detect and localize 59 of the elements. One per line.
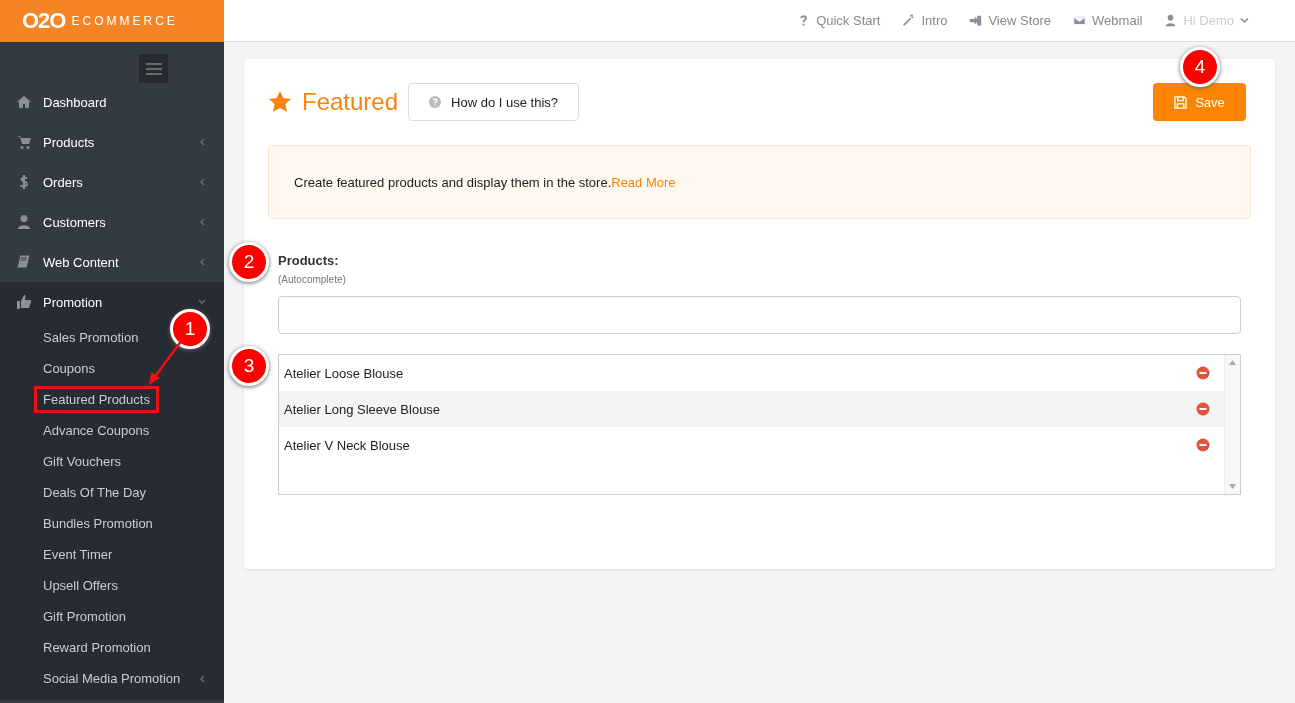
submenu-item[interactable]: Reward Promotion bbox=[34, 634, 160, 661]
chevron-icon bbox=[198, 178, 206, 186]
scroll-down-icon[interactable] bbox=[1229, 484, 1236, 489]
logo-mark: O2O bbox=[22, 8, 66, 34]
sidebar-item[interactable]: Promotion bbox=[0, 282, 224, 322]
top-link[interactable]: Quick Start bbox=[797, 13, 881, 28]
home-icon bbox=[16, 94, 32, 110]
page-title: Featured bbox=[302, 88, 399, 116]
annotation-arrow bbox=[146, 338, 186, 388]
mail-icon bbox=[1073, 14, 1087, 27]
sign-in-icon bbox=[969, 14, 983, 27]
thumb-icon bbox=[16, 294, 32, 310]
remove-icon[interactable] bbox=[1196, 402, 1210, 416]
chevron-icon bbox=[198, 258, 206, 266]
menu-icon bbox=[145, 62, 162, 75]
remove-icon[interactable] bbox=[1196, 366, 1210, 380]
logo-wordmark: ECOMMERCE bbox=[71, 14, 178, 28]
autocomplete-field[interactable] bbox=[278, 296, 1241, 334]
scrollbar[interactable] bbox=[1224, 355, 1240, 494]
field-label: Products: bbox=[278, 253, 340, 268]
submenu-item[interactable]: Gift Vouchers bbox=[34, 448, 131, 475]
sidebar-item[interactable]: Orders bbox=[0, 162, 224, 202]
submenu-item[interactable]: Advance Coupons bbox=[34, 417, 159, 444]
user-icon bbox=[16, 214, 32, 230]
submenu-item[interactable]: Event Timer bbox=[34, 541, 122, 568]
product-name: Atelier Long Sleeve Blouse bbox=[284, 401, 441, 417]
top-link[interactable]: View Store bbox=[969, 13, 1052, 28]
submenu-item[interactable]: Sales Promotion bbox=[34, 324, 148, 351]
sidebar-item[interactable]: Customers bbox=[0, 202, 224, 242]
top-link[interactable]: Intro bbox=[902, 13, 948, 28]
question-icon bbox=[429, 96, 442, 108]
caret-icon bbox=[1240, 17, 1249, 24]
chevron-icon bbox=[198, 138, 206, 146]
chevron-icon bbox=[198, 298, 206, 306]
submenu-item[interactable]: Gift Promotion bbox=[34, 603, 136, 630]
sidebar-item[interactable]: Products bbox=[0, 122, 224, 162]
submenu-item[interactable]: Deals Of The Day bbox=[34, 479, 156, 506]
cart-icon bbox=[16, 134, 32, 150]
field-hint: (Autocomplete) bbox=[278, 274, 347, 285]
submenu-item[interactable]: Featured Products bbox=[34, 386, 159, 413]
submenu-item[interactable]: Bundles Promotion bbox=[34, 510, 162, 537]
product-name: Atelier V Neck Blouse bbox=[284, 437, 410, 453]
remove-icon[interactable] bbox=[1196, 438, 1210, 452]
top-link[interactable]: Webmail bbox=[1073, 13, 1143, 28]
sidebar-item[interactable]: Web Content bbox=[0, 242, 224, 282]
scroll-up-icon[interactable] bbox=[1229, 360, 1236, 365]
star-icon bbox=[268, 90, 292, 114]
product-name: Atelier Loose Blouse bbox=[284, 365, 404, 381]
info-text: Create featured products and display them in the store.Read More bbox=[294, 174, 676, 190]
submenu-item[interactable]: Upsell Offers bbox=[34, 572, 127, 599]
chevron-icon bbox=[198, 218, 206, 226]
submenu-item[interactable]: Social Media Promotion bbox=[34, 665, 190, 692]
wand-icon bbox=[902, 14, 916, 27]
user-icon bbox=[1164, 14, 1178, 27]
book-icon bbox=[16, 254, 32, 270]
submenu-item[interactable]: Coupons bbox=[34, 355, 105, 382]
help-button[interactable]: How do I use this? bbox=[408, 83, 579, 121]
menu-toggle-button[interactable] bbox=[139, 54, 168, 83]
sidebar-item[interactable]: Dashboard bbox=[0, 82, 224, 122]
